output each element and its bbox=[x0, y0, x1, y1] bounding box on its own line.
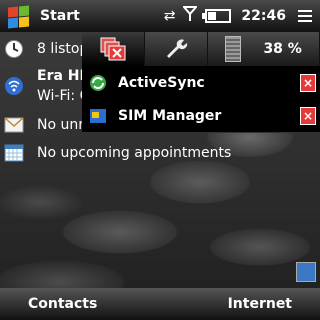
envelope-icon bbox=[3, 114, 25, 136]
sim-manager-icon bbox=[88, 106, 108, 126]
notification-icon[interactable] bbox=[296, 262, 316, 282]
task-manager-popup: 38 % ActiveSync × SIM Manager × bbox=[82, 32, 320, 133]
memory-battery-icon bbox=[225, 36, 242, 62]
title-bar: Start ⇄ 22:46 bbox=[0, 0, 320, 32]
sync-arrows-icon[interactable]: ⇄ bbox=[164, 8, 176, 24]
close-tasks-icon bbox=[100, 37, 126, 61]
softkey-bar: Contacts Internet bbox=[0, 288, 320, 320]
settings-tab[interactable] bbox=[145, 32, 208, 66]
wireless-icon bbox=[3, 75, 25, 97]
messages-status: No unr bbox=[37, 117, 84, 133]
today-appointments-row[interactable]: No upcoming appointments bbox=[0, 140, 320, 166]
menu-icon[interactable] bbox=[298, 10, 312, 22]
wrench-icon bbox=[167, 39, 188, 58]
calendar-icon bbox=[3, 142, 25, 164]
battery-percent: 38 % bbox=[263, 41, 302, 57]
activesync-icon bbox=[88, 73, 108, 93]
tasks-tab[interactable] bbox=[82, 32, 145, 66]
internet-softkey[interactable]: Internet bbox=[200, 296, 320, 312]
today-date: 8 listop bbox=[37, 41, 89, 57]
clock[interactable]: 22:46 bbox=[241, 8, 286, 24]
battery-icon[interactable] bbox=[202, 9, 232, 23]
close-activesync-button[interactable]: × bbox=[300, 73, 316, 92]
signal-antenna-icon[interactable] bbox=[182, 6, 199, 26]
start-title[interactable]: Start bbox=[40, 8, 80, 24]
process-name: ActiveSync bbox=[118, 74, 205, 91]
clock-icon bbox=[3, 38, 25, 60]
battery-tab[interactable]: 38 % bbox=[208, 32, 320, 66]
popup-tabs: 38 % bbox=[82, 32, 320, 66]
process-item-sim-manager[interactable]: SIM Manager × bbox=[82, 99, 320, 132]
contacts-softkey[interactable]: Contacts bbox=[0, 296, 125, 312]
windows-start-icon[interactable] bbox=[6, 4, 30, 29]
process-item-activesync[interactable]: ActiveSync × bbox=[82, 66, 320, 99]
process-name: SIM Manager bbox=[118, 107, 222, 124]
close-sim-manager-button[interactable]: × bbox=[300, 106, 316, 125]
appointments-status: No upcoming appointments bbox=[37, 145, 232, 161]
